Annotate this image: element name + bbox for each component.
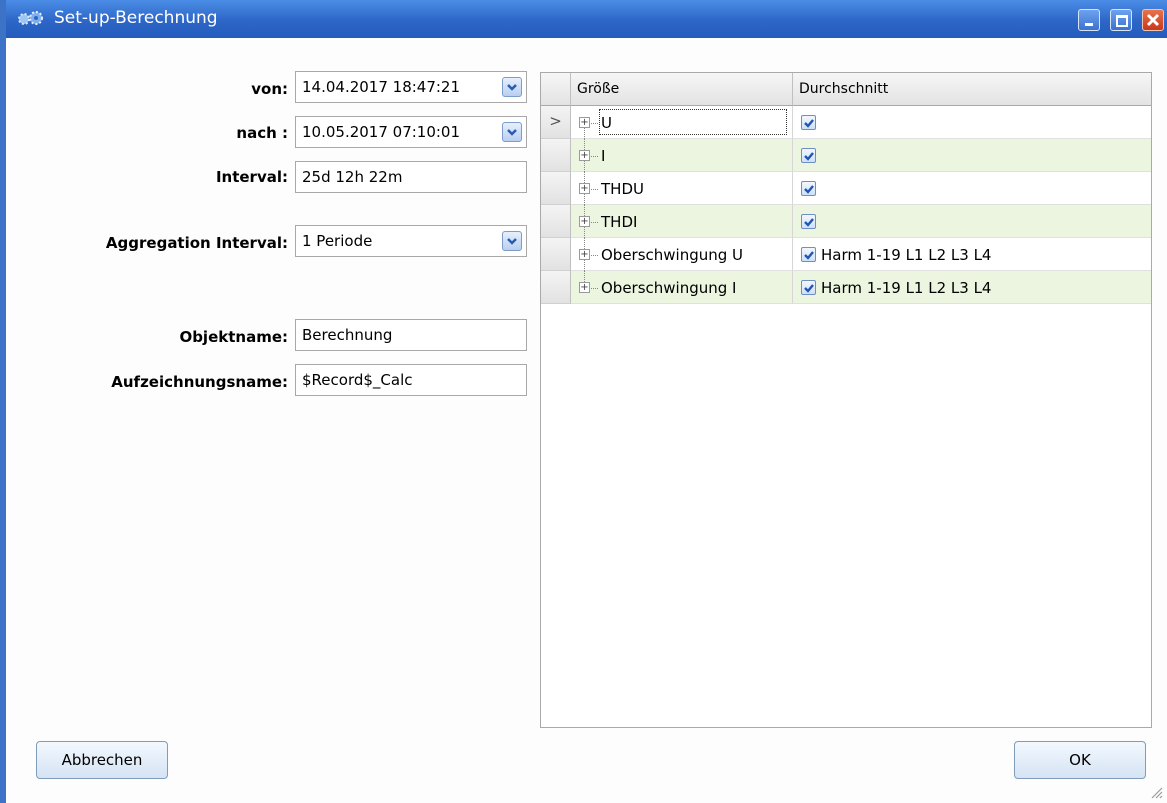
chevron-down-icon: [507, 129, 517, 136]
chevron-down-icon: [507, 238, 517, 245]
window-title: Set-up-Berechnung: [54, 8, 218, 28]
column-header-groesse[interactable]: Größe: [571, 73, 793, 106]
quantity-name: THDU: [601, 180, 644, 198]
setup-dialog: Set-up-Berechnung von: 14.04.2017 18:47:…: [0, 0, 1167, 803]
table-row[interactable]: + THDI: [541, 205, 1151, 238]
nach-dropdown-button[interactable]: [502, 122, 522, 142]
name-cell[interactable]: + U: [571, 106, 793, 139]
current-row-indicator: >: [549, 112, 562, 130]
row-selector[interactable]: [541, 271, 571, 304]
name-cell[interactable]: + THDI: [571, 205, 793, 238]
minimize-button[interactable]: [1078, 9, 1100, 31]
objektname-field[interactable]: Berechnung: [295, 319, 527, 351]
interval-label: Interval:: [215, 168, 288, 186]
cancel-button[interactable]: Abbrechen: [36, 741, 168, 779]
focus-rectangle: [599, 109, 787, 135]
plus-box-icon[interactable]: +: [579, 150, 590, 161]
plus-box-icon[interactable]: +: [579, 282, 590, 293]
average-cell[interactable]: Harm 1-19 L1 L2 L3 L4: [793, 238, 1151, 271]
aufzeichnungsname-label: Aufzeichnungsname:: [111, 373, 288, 391]
plus-box-icon[interactable]: +: [579, 117, 590, 128]
chevron-down-icon: [507, 84, 517, 91]
average-cell[interactable]: Harm 1-19 L1 L2 L3 L4: [793, 271, 1151, 304]
aufzeichnungsname-value: $Record$_Calc: [302, 371, 413, 389]
checkmark-icon: [804, 218, 814, 227]
resize-grip-icon[interactable]: [1149, 785, 1163, 799]
nach-datetime-field[interactable]: 10.05.2017 07:10:01: [295, 116, 527, 148]
checkmark-icon: [804, 152, 814, 161]
checkmark-icon: [804, 251, 814, 260]
close-icon: [1146, 13, 1160, 27]
quantity-name: U: [601, 114, 612, 132]
grid-corner-header: [541, 73, 571, 106]
aufzeichnungsname-field[interactable]: $Record$_Calc: [295, 364, 527, 396]
table-row[interactable]: + I: [541, 139, 1151, 172]
average-cell[interactable]: [793, 205, 1151, 238]
row-selector[interactable]: [541, 238, 571, 271]
close-button[interactable]: [1142, 9, 1164, 31]
quantity-name: THDI: [601, 213, 638, 231]
checkmark-icon: [804, 119, 814, 128]
interval-value: 25d 12h 22m: [302, 168, 403, 186]
row-selector[interactable]: [541, 172, 571, 205]
aggregation-interval-select[interactable]: 1 Periode: [295, 225, 527, 257]
plus-box-icon[interactable]: +: [579, 216, 590, 227]
objektname-value: Berechnung: [302, 326, 393, 344]
average-text: Harm 1-19 L1 L2 L3 L4: [821, 279, 992, 297]
table-row[interactable]: > + U: [541, 106, 1151, 139]
column-header-durchschnitt[interactable]: Durchschnitt: [793, 73, 1151, 106]
nach-value: 10.05.2017 07:10:01: [302, 123, 461, 141]
von-value: 14.04.2017 18:47:21: [302, 78, 461, 96]
quantity-name: I: [601, 147, 606, 165]
average-checkbox[interactable]: [801, 115, 816, 130]
average-cell[interactable]: [793, 139, 1151, 172]
row-selector[interactable]: >: [541, 106, 571, 139]
gears-icon: [18, 11, 43, 25]
table-row[interactable]: + THDU: [541, 172, 1151, 205]
title-bar[interactable]: Set-up-Berechnung: [6, 0, 1167, 38]
ok-button[interactable]: OK: [1014, 741, 1146, 779]
average-cell[interactable]: [793, 172, 1151, 205]
average-checkbox[interactable]: [801, 214, 816, 229]
average-cell[interactable]: [793, 106, 1151, 139]
von-datetime-field[interactable]: 14.04.2017 18:47:21: [295, 71, 527, 103]
average-checkbox[interactable]: [801, 280, 816, 295]
average-text: Harm 1-19 L1 L2 L3 L4: [821, 246, 992, 264]
name-cell[interactable]: + Oberschwingung I: [571, 271, 793, 304]
quantity-name: Oberschwingung U: [601, 246, 744, 264]
name-cell[interactable]: + Oberschwingung U: [571, 238, 793, 271]
row-selector[interactable]: [541, 205, 571, 238]
plus-box-icon[interactable]: +: [579, 183, 590, 194]
plus-box-icon[interactable]: +: [579, 249, 590, 260]
name-cell[interactable]: + THDU: [571, 172, 793, 205]
von-dropdown-button[interactable]: [502, 77, 522, 97]
objektname-label: Objektname:: [179, 328, 288, 346]
checkmark-icon: [804, 284, 814, 293]
name-cell[interactable]: + I: [571, 139, 793, 172]
aggregation-dropdown-button[interactable]: [502, 231, 522, 251]
quantities-grid[interactable]: Größe Durchschnitt > + U + I + THDU + TH…: [540, 72, 1152, 728]
nach-label: nach :: [236, 124, 288, 142]
aggregation-interval-value: 1 Periode: [302, 232, 373, 250]
row-selector[interactable]: [541, 139, 571, 172]
average-checkbox[interactable]: [801, 148, 816, 163]
von-label: von:: [251, 80, 288, 98]
quantity-name: Oberschwingung I: [601, 279, 737, 297]
aggregation-interval-label: Aggregation Interval:: [105, 234, 288, 252]
average-checkbox[interactable]: [801, 247, 816, 262]
average-checkbox[interactable]: [801, 181, 816, 196]
table-row[interactable]: + Oberschwingung U Harm 1-19 L1 L2 L3 L4: [541, 238, 1151, 271]
interval-field[interactable]: 25d 12h 22m: [295, 161, 527, 193]
maximize-button[interactable]: [1110, 9, 1132, 31]
table-row[interactable]: + Oberschwingung I Harm 1-19 L1 L2 L3 L4: [541, 271, 1151, 304]
checkmark-icon: [804, 185, 814, 194]
